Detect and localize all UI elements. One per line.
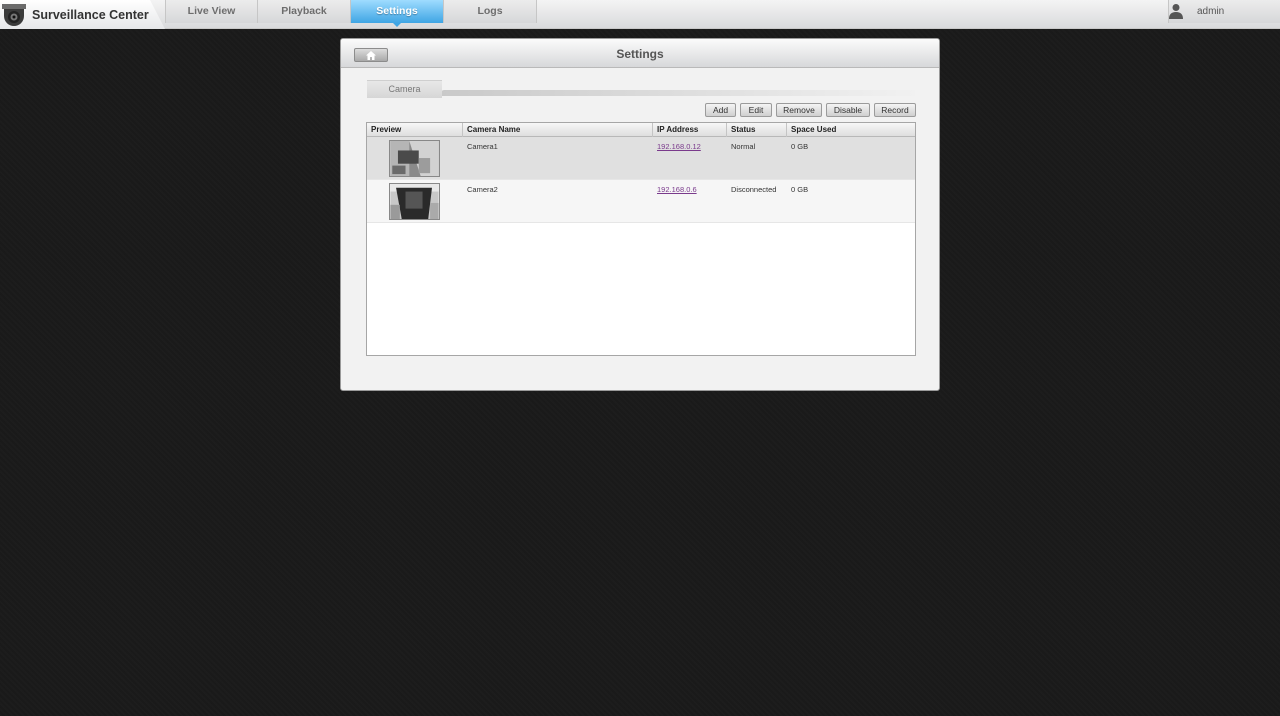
panel-header: Settings [341, 39, 939, 68]
tab-divider [441, 90, 915, 96]
settings-tabs: Camera [367, 80, 915, 98]
brand: Surveillance Center [0, 0, 165, 29]
tab-playback[interactable]: Playback [258, 0, 351, 23]
column-camera-name[interactable]: Camera Name [463, 123, 653, 137]
tab-camera[interactable]: Camera [367, 80, 442, 98]
camera-preview-thumbnail[interactable] [389, 140, 440, 177]
edit-button[interactable]: Edit [740, 103, 772, 117]
top-bar: Surveillance Center Live View Playback S… [0, 0, 1280, 29]
record-button[interactable]: Record [874, 103, 916, 117]
table-row[interactable]: Camera2 192.168.0.6 Disconnected 0 GB [367, 180, 915, 223]
camera-ip: 192.168.0.6 [653, 185, 727, 194]
camera-status: Normal [731, 142, 756, 151]
camera-status: Disconnected [731, 185, 777, 194]
tab-settings[interactable]: Settings [351, 0, 444, 27]
panel-title: Settings [616, 47, 664, 61]
camera-ip-link[interactable]: 192.168.0.12 [657, 142, 701, 151]
user-name: admin [1197, 6, 1225, 17]
disable-button[interactable]: Disable [826, 103, 870, 117]
camera-toolbar: Add Edit Remove Disable Record [705, 103, 916, 117]
camera-name: Camera2 [467, 185, 498, 194]
main-nav: Live View Playback Settings Logs [165, 0, 537, 27]
column-status[interactable]: Status [727, 123, 787, 137]
user-icon [1169, 4, 1183, 19]
settings-panel: Settings Camera Add Edit Remove Disable … [340, 38, 940, 391]
camera-dome-icon [2, 4, 26, 26]
table-row[interactable]: Camera1 192.168.0.12 Normal 0 GB [367, 137, 915, 180]
user-menu[interactable]: admin [1168, 0, 1280, 23]
tab-logs[interactable]: Logs [444, 0, 537, 23]
camera-ip: 192.168.0.12 [653, 142, 727, 151]
add-button[interactable]: Add [705, 103, 736, 117]
column-ip-address[interactable]: IP Address [653, 123, 727, 137]
camera-ip-link[interactable]: 192.168.0.6 [657, 185, 697, 194]
camera-name: Camera1 [467, 142, 498, 151]
column-space-used[interactable]: Space Used [787, 123, 915, 137]
app-title: Surveillance Center [32, 8, 149, 22]
column-preview[interactable]: Preview [367, 123, 463, 137]
tab-live-view[interactable]: Live View [165, 0, 258, 23]
camera-space-used: 0 GB [791, 142, 809, 151]
camera-table: Preview Camera Name IP Address Status Sp… [366, 122, 916, 356]
remove-button[interactable]: Remove [776, 103, 822, 117]
camera-preview-thumbnail[interactable] [389, 183, 440, 220]
table-header: Preview Camera Name IP Address Status Sp… [367, 123, 915, 137]
camera-space-used: 0 GB [791, 185, 809, 194]
